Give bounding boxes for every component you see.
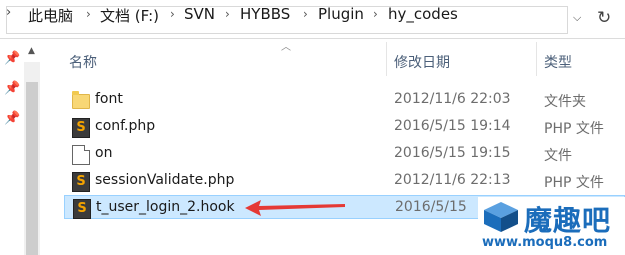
column-divider[interactable]	[536, 42, 537, 76]
sublime-glyph: S	[77, 201, 87, 216]
breadcrumb-hybbs[interactable]: HYBBS	[240, 5, 290, 23]
file-modified: 2012/11/6 22:13	[394, 172, 511, 188]
file-name: sessionValidate.php	[95, 172, 235, 188]
breadcrumb-separator-icon[interactable]: ›	[303, 7, 308, 21]
pin-icon[interactable]: 📌	[4, 81, 20, 96]
file-modified: 2016/5/15 19:15	[394, 145, 511, 161]
address-bar: › 此电脑 › 文档 (F:) › SVN › HYBBS › Plugin ›…	[0, 0, 625, 39]
folder-icon	[72, 91, 90, 109]
file-type: PHP 文件	[544, 175, 604, 191]
chevron-right-icon[interactable]: ›	[6, 5, 11, 20]
breadcrumb-plugin[interactable]: Plugin	[318, 5, 364, 23]
file-name: on	[95, 145, 113, 161]
file-row-session-validate-php[interactable]: S sessionValidate.php 2012/11/6 22:13 PH…	[64, 169, 625, 193]
breadcrumb-drive-f[interactable]: 文档 (F:)	[100, 5, 159, 26]
file-modified: 2016/5/15	[395, 199, 467, 215]
annotation-arrow	[245, 200, 345, 216]
column-header: ︿ 名称 修改日期 类型	[64, 42, 625, 76]
pin-icon[interactable]: 📌	[4, 111, 20, 126]
column-type[interactable]: 类型	[544, 52, 572, 72]
refresh-icon[interactable]: ↻	[597, 8, 611, 28]
navigation-scrollbar[interactable]	[24, 62, 40, 255]
file-row-conf-php[interactable]: S conf.php 2016/5/15 19:14 PHP 文件	[64, 115, 625, 139]
watermark-title: 魔趣吧	[524, 204, 612, 237]
breadcrumb-separator-icon[interactable]: ›	[86, 7, 91, 21]
file-row-on[interactable]: on 2016/5/15 19:15 文件	[64, 142, 625, 166]
chevron-down-icon[interactable]: ⌵	[573, 11, 581, 25]
sublime-glyph: S	[76, 120, 86, 135]
sort-ascending-icon: ︿	[281, 42, 291, 53]
watermark-url: www.moqu8.com	[482, 235, 608, 250]
arrow-shape	[245, 200, 345, 216]
breadcrumb-hy-codes[interactable]: hy_codes	[388, 5, 458, 23]
breadcrumb-separator-icon[interactable]: ›	[373, 7, 378, 21]
breadcrumb-separator-icon[interactable]: ›	[170, 7, 175, 21]
file-modified: 2012/11/6 22:03	[394, 91, 511, 107]
file-icon	[72, 145, 90, 165]
file-type: 文件夹	[544, 94, 586, 110]
file-row-font[interactable]: font 2012/11/6 22:03 文件夹	[64, 88, 625, 112]
sublime-file-icon: S	[72, 118, 90, 138]
scrollbar-thumb[interactable]	[26, 82, 38, 255]
breadcrumb-this-pc[interactable]: 此电脑	[28, 5, 73, 26]
breadcrumb-svn[interactable]: SVN	[184, 5, 215, 23]
file-name: font	[95, 91, 123, 107]
scroll-up-icon[interactable]: ▲	[28, 46, 35, 56]
file-type: 文件	[544, 148, 572, 164]
watermark: 魔趣吧 www.moqu8.com	[478, 197, 625, 255]
column-name[interactable]: 名称	[69, 52, 97, 72]
sublime-file-icon: S	[73, 199, 91, 219]
column-divider[interactable]	[386, 42, 387, 76]
file-modified: 2016/5/15 19:14	[394, 118, 511, 134]
file-name: conf.php	[95, 118, 156, 134]
column-modified[interactable]: 修改日期	[394, 52, 450, 72]
sublime-file-icon: S	[72, 172, 90, 192]
breadcrumb-separator-icon[interactable]: ›	[225, 7, 230, 21]
file-name: t_user_login_2.hook	[96, 199, 235, 215]
file-type: PHP 文件	[544, 121, 604, 137]
pin-icon[interactable]: 📌	[4, 51, 20, 66]
cube-logo-icon	[484, 202, 518, 232]
sublime-glyph: S	[76, 174, 86, 189]
